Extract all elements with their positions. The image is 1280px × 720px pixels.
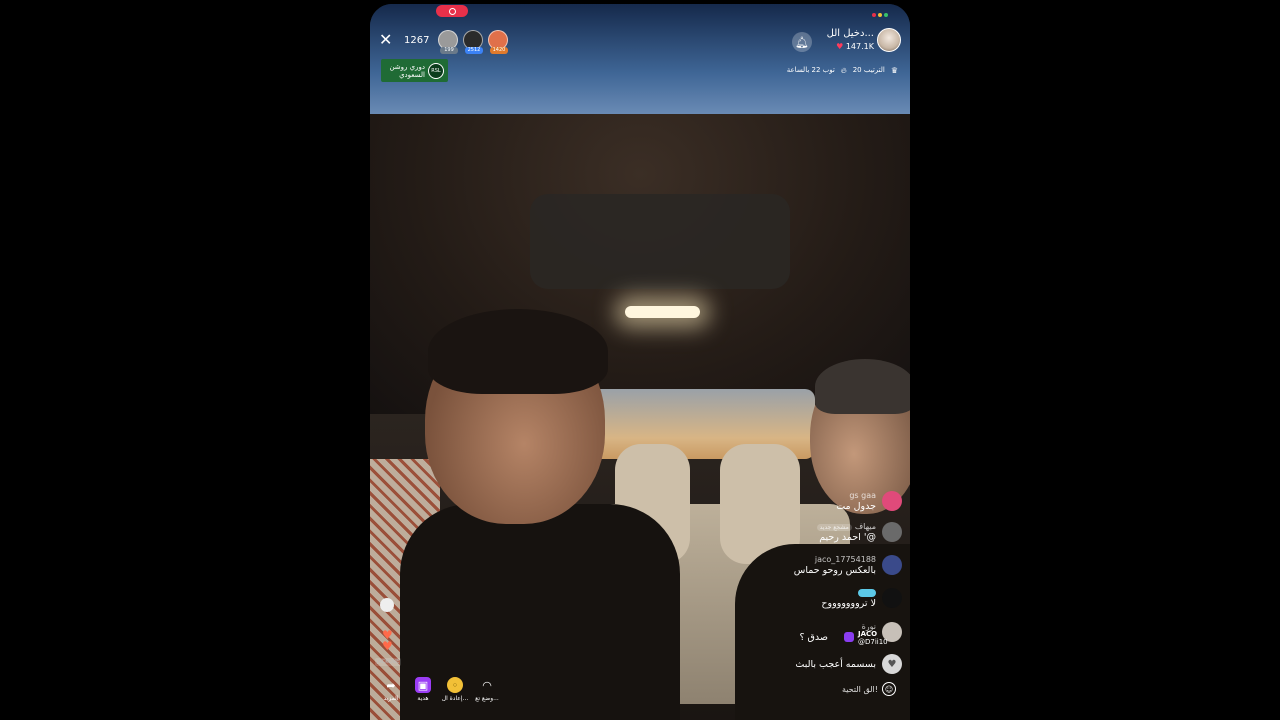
record-icon [448, 7, 456, 15]
eye-badge-icon [858, 588, 876, 597]
status-dots [872, 13, 888, 17]
viewer-rank-badge: 199 [440, 47, 458, 54]
chat-text: جدول مت [836, 501, 876, 512]
mode-button[interactable]: ◠ وضع تع... [471, 677, 503, 703]
viewer-rank-badge: 1420 [490, 47, 508, 54]
host-stats[interactable]: توب 22 بالساعة 🔥︎ الترتيب 20 ♛ [770, 66, 898, 76]
repost-label: إعادة ال... [441, 695, 469, 702]
league-label: دوري روشن السعودي [389, 63, 425, 79]
chat-text: بسسمه أعجب بالبث [795, 659, 876, 670]
rank-label: الترتيب 20 [852, 66, 885, 74]
new-fan-badge: مشجع جديد [816, 524, 852, 531]
chat-message[interactable]: jaco_17754188 بالعكس روحو حماس [770, 555, 902, 576]
host-name[interactable]: دخيل الل... [810, 28, 874, 39]
chat-message[interactable]: مشجع جديد ميهاف احمد رحيم '@ [770, 522, 902, 543]
soccer-ball-icon[interactable] [380, 598, 394, 612]
mode-label: وضع تع... [475, 695, 499, 702]
close-icon[interactable]: ✕ [379, 32, 392, 48]
repost-button[interactable]: ◦ إعادة ال... [439, 677, 471, 702]
chat-username [770, 588, 876, 597]
jaco-handle: @D7ii10 [858, 638, 888, 646]
gift-icon: ▣ [415, 677, 431, 693]
more-button[interactable]: ➦ المزيد [375, 677, 407, 703]
host-likes-count: 147.1K [845, 42, 874, 51]
chat-message[interactable]: gs gaa جدول مت [770, 491, 902, 512]
hourly-label: توب 22 بالساعة [786, 66, 835, 74]
bell-icon[interactable]: 🔔︎ [792, 32, 812, 52]
like-heart-icon: ♥ [882, 654, 902, 674]
trophy-icon: ♛ [890, 66, 898, 75]
chat-message[interactable]: لا تروووووووح [770, 588, 902, 609]
chat-text: لا تروووووووح [821, 598, 876, 609]
video-dome-light [625, 306, 700, 318]
video-sunroof [530, 194, 790, 289]
floating-hearts-icon: ♥ ♥ [382, 628, 393, 653]
chat-text: احمد رحيم '@ [819, 532, 876, 543]
coin-icon: ◦ [447, 677, 463, 693]
video-person-hair [428, 309, 608, 394]
chat-avatar [882, 555, 902, 575]
chat-text: بالعكس روحو حماس [793, 565, 876, 576]
record-indicator[interactable] [436, 5, 468, 17]
viewer-rank-badge: 2512 [465, 47, 483, 54]
league-logo-icon: RSL [428, 62, 444, 79]
chat-username: مشجع جديد ميهاف [770, 522, 876, 531]
chat-username: gs gaa [849, 491, 876, 500]
gift-label: هدية [417, 695, 429, 702]
comment-input[interactable]: الق التحية! [800, 685, 878, 694]
emoji-icon[interactable]: ☺ [882, 682, 896, 696]
chat-message[interactable]: ♥ بسسمه أعجب بالبث [770, 654, 902, 674]
jaco-overlay[interactable]: JACO @D7ii10 [846, 630, 896, 646]
league-banner[interactable]: دوري روشن السعودي RSL [381, 59, 448, 82]
top-viewer-avatar[interactable]: 2512 [463, 30, 483, 54]
host-avatar[interactable] [877, 28, 901, 52]
top-viewer-avatar[interactable]: 1420 [488, 30, 508, 54]
league-label-line1: دوري روشن [389, 62, 425, 71]
viewer-count[interactable]: 1267 [404, 35, 429, 46]
jaco-name: JACO [858, 630, 878, 638]
powered-by-label: JACKLIVE [375, 658, 402, 666]
chat-username: jaco_17754188 [814, 555, 876, 564]
chat-username-text: ميهاف [854, 522, 876, 531]
gift-button[interactable]: ▣ هدية [407, 677, 439, 702]
top-viewer-avatar[interactable]: 199 [438, 30, 458, 54]
heart-icon: ♥ [836, 42, 844, 51]
video-sky [370, 4, 910, 119]
chat-avatar [882, 522, 902, 542]
chat-avatar [882, 588, 902, 608]
host-likes: ♥ 147.1K [810, 42, 874, 51]
live-stream-view: ✕ 1267 199 2512 1420 دوري روشن السعودي R… [370, 4, 910, 720]
video-person-hair [815, 359, 910, 414]
screen: ✕ 1267 199 2512 1420 دوري روشن السعودي R… [0, 0, 1280, 720]
fire-icon: 🔥︎ [840, 66, 847, 75]
mode-icon: ◠ [482, 678, 492, 692]
more-label: المزيد [383, 695, 399, 702]
league-label-line2: السعودي [399, 70, 425, 79]
chat-avatar [882, 491, 902, 511]
share-icon: ➦ [386, 678, 396, 692]
